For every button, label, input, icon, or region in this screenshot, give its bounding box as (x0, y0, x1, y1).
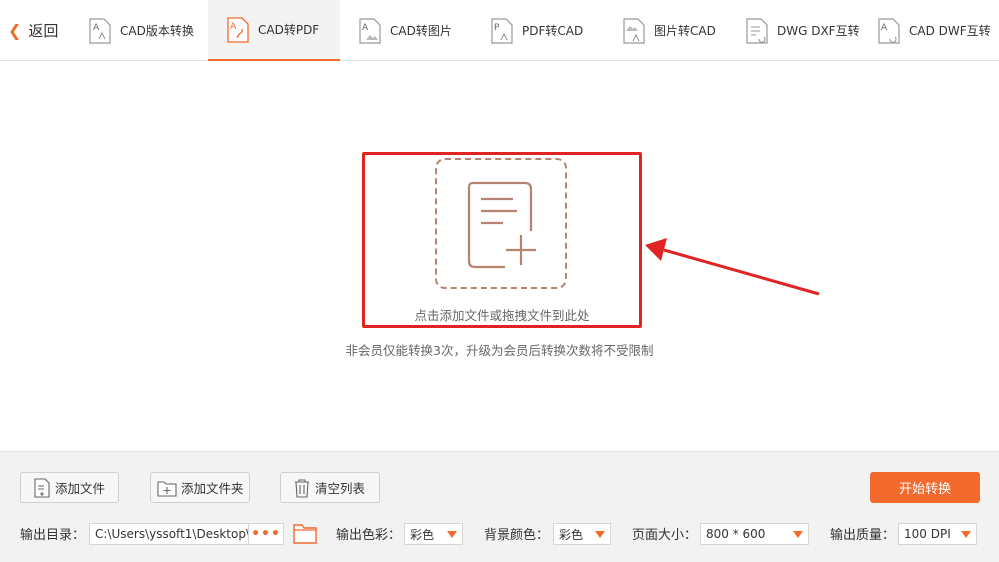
member-limit-notice: 非会员仅能转换3次，升级为会员后转换次数将不受限制 (345, 343, 654, 358)
page-size-label: 页面大小： (632, 528, 698, 543)
tab-cad-to-pdf[interactable]: A CAD转PDF (208, 0, 340, 61)
add-folder-icon (157, 480, 177, 497)
add-file-button[interactable]: 添加文件 (20, 472, 119, 503)
output-quality-select[interactable]: 100 DPI (898, 523, 977, 545)
tab-label: PDF转CAD (522, 24, 584, 38)
dropzone-hint: 点击添加文件或拖拽文件到此处 (414, 308, 590, 323)
output-quality-label: 输出质量： (830, 528, 896, 543)
open-folder-icon[interactable] (293, 522, 317, 544)
svg-text:A: A (230, 22, 237, 32)
bg-color-select[interactable]: 彩色 (553, 523, 611, 545)
svg-text:A: A (881, 23, 888, 33)
cad-version-icon: A (89, 17, 111, 44)
dwg-dxf-icon (746, 17, 768, 44)
dropdown-caret-icon (447, 531, 457, 538)
clear-list-label: 清空列表 (315, 481, 366, 496)
tab-cad-to-image[interactable]: A CAD转图片 (358, 0, 476, 61)
output-quality-value: 100 DPI (904, 527, 951, 541)
dropzone-dashed-frame[interactable] (435, 158, 567, 289)
add-folder-label: 添加文件夹 (181, 481, 244, 496)
bg-color-label: 背景颜色： (484, 528, 550, 543)
back-label: 返回 (28, 22, 59, 40)
browse-button[interactable]: ••• (249, 523, 284, 545)
tab-label: CAD转图片 (390, 24, 452, 38)
start-convert-button[interactable]: 开始转换 (870, 472, 980, 503)
image-to-cad-icon (623, 17, 645, 44)
tab-image-to-cad[interactable]: 图片转CAD (622, 0, 740, 61)
output-color-value: 彩色 (410, 527, 435, 542)
cad-dwf-icon: A (878, 17, 900, 44)
add-file-label: 添加文件 (55, 481, 106, 496)
clear-list-button[interactable]: 清空列表 (280, 472, 380, 503)
chevron-left-icon: ❮ (8, 20, 22, 40)
dropdown-caret-icon (961, 531, 971, 538)
top-tab-bar: ❮ 返回 A CAD版本转换 A CAD转PDF A CAD转图片 P PDF转… (0, 0, 999, 61)
tab-label: CAD DWF互转 (909, 24, 991, 38)
cad-to-pdf-icon: A (227, 16, 249, 43)
tab-cad-version[interactable]: A CAD版本转换 (88, 0, 206, 61)
back-button[interactable]: ❮ 返回 (0, 0, 78, 61)
svg-text:P: P (494, 23, 500, 33)
tab-label: 图片转CAD (654, 24, 716, 38)
output-color-select[interactable]: 彩色 (404, 523, 463, 545)
add-document-icon (467, 181, 536, 269)
page-size-value: 800 * 600 (706, 527, 766, 541)
trash-icon (295, 478, 309, 498)
tab-label: DWG DXF互转 (777, 24, 860, 38)
cad-to-image-icon: A (359, 17, 381, 44)
add-folder-button[interactable]: 添加文件夹 (150, 472, 250, 503)
output-color-label: 输出色彩： (336, 528, 402, 543)
tab-cad-dwf[interactable]: A CAD DWF互转 (877, 0, 999, 61)
page-size-select[interactable]: 800 * 600 (700, 523, 809, 545)
bottom-panel: 添加文件 添加文件夹 清空列表 开始转换 输出目录： C:\Users\ysso… (0, 451, 999, 562)
svg-text:A: A (362, 23, 369, 33)
tab-pdf-to-cad[interactable]: P PDF转CAD (490, 0, 608, 61)
tab-dwg-dxf[interactable]: DWG DXF互转 (745, 0, 870, 61)
tab-label: CAD版本转换 (120, 24, 194, 38)
file-drop-zone[interactable]: 点击添加文件或拖拽文件到此处 (362, 152, 642, 328)
add-file-icon (34, 477, 50, 498)
svg-text:A: A (93, 23, 100, 33)
tab-label: CAD转PDF (258, 23, 320, 37)
dropdown-caret-icon (793, 531, 803, 538)
output-dir-label: 输出目录： (20, 528, 86, 543)
output-dir-input[interactable]: C:\Users\yssoft1\Desktop\ (89, 523, 249, 545)
dropdown-caret-icon (595, 531, 605, 538)
bg-color-value: 彩色 (559, 527, 584, 542)
pdf-to-cad-icon: P (491, 17, 513, 44)
